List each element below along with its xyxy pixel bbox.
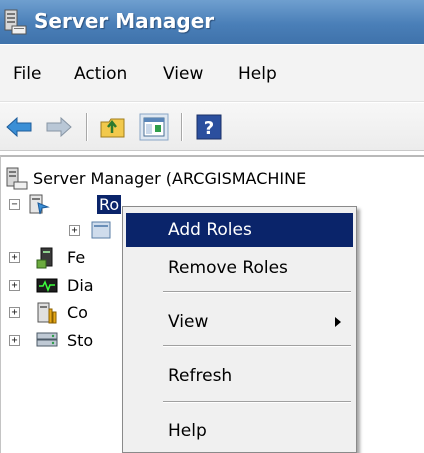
toolbar-separator xyxy=(181,113,183,141)
help-icon[interactable]: ? xyxy=(194,113,224,141)
configuration-icon xyxy=(37,302,57,324)
menu-item-help[interactable]: Help xyxy=(126,414,353,448)
expand-toggle[interactable]: + xyxy=(69,225,80,236)
menu-action[interactable]: Action xyxy=(74,64,127,84)
back-arrow-icon[interactable] xyxy=(4,113,34,141)
tree-item-storage[interactable]: Sto xyxy=(67,331,93,350)
menu-item-view[interactable]: View xyxy=(126,305,353,339)
expand-toggle[interactable]: + xyxy=(9,252,20,263)
menu-item-label: Remove Roles xyxy=(168,258,288,278)
tree-item-diagnostics[interactable]: Dia xyxy=(67,276,94,295)
title-bar[interactable]: Server Manager xyxy=(0,0,424,44)
show-hide-console-tree-icon[interactable] xyxy=(139,113,169,141)
tree-root-label[interactable]: Server Manager (ARCGISMACHINE xyxy=(33,169,306,188)
tree-item-roles[interactable]: Ro xyxy=(97,195,122,214)
roles-icon xyxy=(29,194,50,215)
menu-item-label: Add Roles xyxy=(168,220,252,240)
storage-icon xyxy=(36,332,58,347)
role-subitem-icon xyxy=(91,221,111,239)
forward-arrow-icon[interactable] xyxy=(44,113,74,141)
server-manager-icon xyxy=(4,9,27,35)
features-icon xyxy=(36,247,53,269)
menu-separator xyxy=(163,345,351,347)
submenu-arrow-icon xyxy=(335,317,341,327)
collapse-toggle[interactable]: − xyxy=(9,199,20,210)
expand-toggle[interactable]: + xyxy=(9,307,20,318)
menu-item-refresh[interactable]: Refresh xyxy=(126,359,353,393)
menu-item-add-roles[interactable]: Add Roles xyxy=(126,213,353,247)
tree-item-configuration[interactable]: Co xyxy=(67,303,88,322)
expand-toggle[interactable]: + xyxy=(9,280,20,291)
menu-item-label: Help xyxy=(168,421,207,441)
context-menu: Add Roles Remove Roles View Refresh Help xyxy=(122,206,357,453)
tree-item-features[interactable]: Fe xyxy=(67,248,85,267)
menu-separator xyxy=(163,291,351,293)
toolbar: ? xyxy=(0,103,424,151)
diagnostics-icon xyxy=(36,278,58,293)
svg-text:?: ? xyxy=(204,118,214,139)
menu-help[interactable]: Help xyxy=(238,64,277,84)
menu-separator xyxy=(163,401,351,403)
window-title: Server Manager xyxy=(34,9,215,33)
menu-item-label: Refresh xyxy=(168,366,233,386)
menu-file[interactable]: File xyxy=(13,64,41,84)
menu-item-label: View xyxy=(168,312,209,332)
expand-toggle[interactable]: + xyxy=(9,335,20,346)
up-folder-icon[interactable] xyxy=(98,113,128,141)
toolbar-separator xyxy=(86,113,88,141)
menu-view[interactable]: View xyxy=(163,64,203,84)
menu-item-remove-roles[interactable]: Remove Roles xyxy=(126,251,353,285)
server-manager-icon xyxy=(6,167,28,190)
menu-bar: File Action View Help xyxy=(0,44,424,102)
